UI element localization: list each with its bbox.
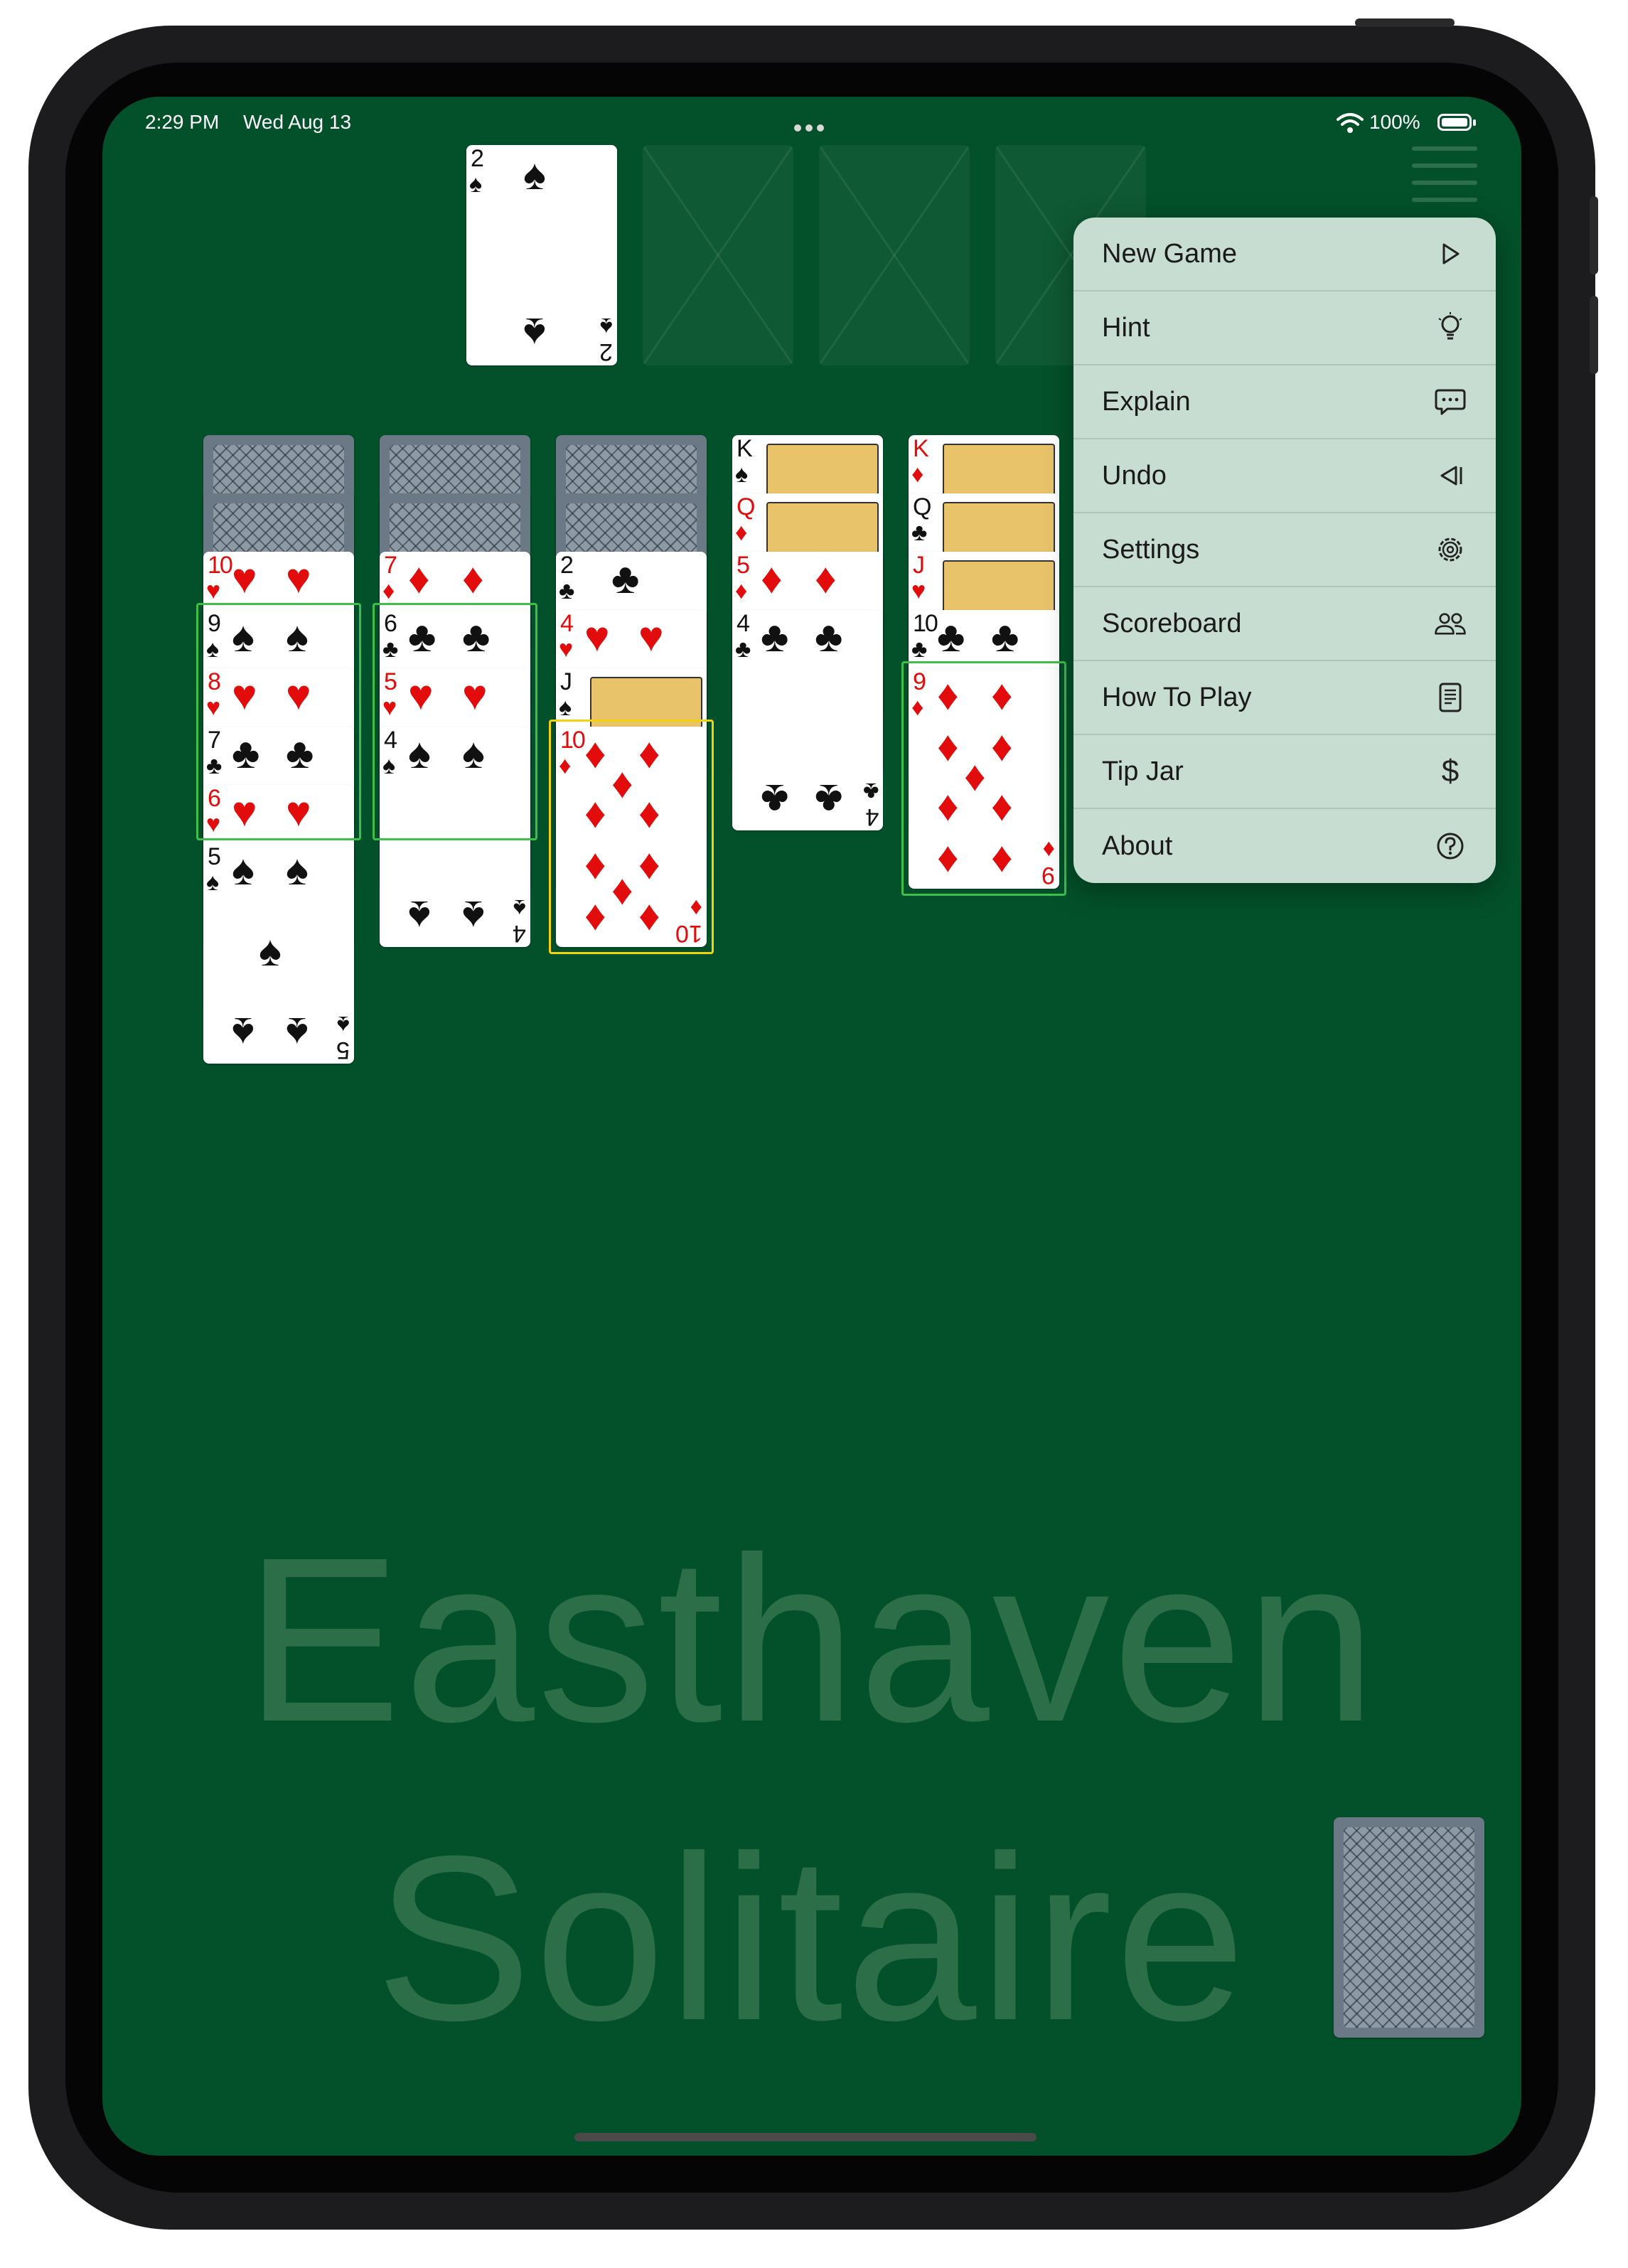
menu-item-how-to-play[interactable]: How To Play [1073,661,1496,735]
people-icon [1433,606,1467,641]
volume-down-button [1590,296,1598,374]
menu-item-undo[interactable]: Undo [1073,439,1496,513]
home-indicator[interactable] [574,2133,1037,2141]
move-highlight [196,603,361,840]
watermark-title-line2: Solitaire [375,1807,1249,2069]
top-button [1355,18,1455,27]
foundation-slot[interactable] [643,145,793,365]
status-bar: 2:29 PM Wed Aug 13 100% [102,104,1521,146]
play-icon [1433,237,1467,271]
menu-item-explain[interactable]: Explain [1073,365,1496,439]
move-highlight [373,603,537,840]
foundation-slot[interactable] [819,145,970,365]
lightbulb-icon [1433,311,1467,345]
move-highlight [901,661,1066,896]
foundation-card[interactable]: 2 ♠ ♠ ♠ 2 ♠ [466,145,617,365]
wifi-icon [1337,113,1364,133]
card-suit: ♠ [469,171,483,198]
menu-item-hint[interactable]: Hint [1073,291,1496,365]
multitasking-dots-icon[interactable] [792,122,826,135]
menu-item-scoreboard[interactable]: Scoreboard [1073,587,1496,661]
game-menu: New Game Hint Explain Undo Settings Scor… [1073,218,1496,883]
stock-pile[interactable] [1334,1817,1484,2038]
status-time: 2:29 PM [145,111,220,133]
spade-pip-icon: ♠ [523,309,546,357]
volume-up-button [1590,196,1598,274]
game-screen: 2:29 PM Wed Aug 13 100% 2 ♠ ♠ ♠ 2 ♠ 10 ♥ ♥… [102,97,1521,2156]
question-icon [1433,829,1467,863]
gear-icon [1433,533,1467,567]
selected-card-highlight [549,720,714,954]
document-icon [1433,680,1467,715]
watermark-title-line1: Easthaven [245,1508,1379,1770]
dollar-icon: $ [1441,754,1460,788]
card-5-spades[interactable]: 5 ♠ ♠ ♠ ♠ ♠ ♠ 5 ♠ [203,843,354,1064]
undo-icon [1433,459,1467,493]
menu-item-tip-jar[interactable]: Tip Jar $ [1073,735,1496,809]
menu-item-new-game[interactable]: New Game [1073,218,1496,291]
card-corner: 2 ♠ [599,313,613,365]
battery-percent: 100% [1369,111,1420,133]
card-4-clubs[interactable]: 4 ♣ ♣ ♣ ♣ ♣ 4 ♣ [732,610,883,830]
menu-item-settings[interactable]: Settings [1073,513,1496,587]
chat-bubble-icon [1433,385,1467,419]
status-date: Wed Aug 13 [243,111,352,133]
menu-item-about[interactable]: About [1073,809,1496,883]
card-rank: 2 [471,145,484,172]
spade-pip-icon: ♠ [523,151,546,198]
battery-icon [1437,114,1476,131]
menu-hamburger-icon[interactable] [1412,146,1477,215]
